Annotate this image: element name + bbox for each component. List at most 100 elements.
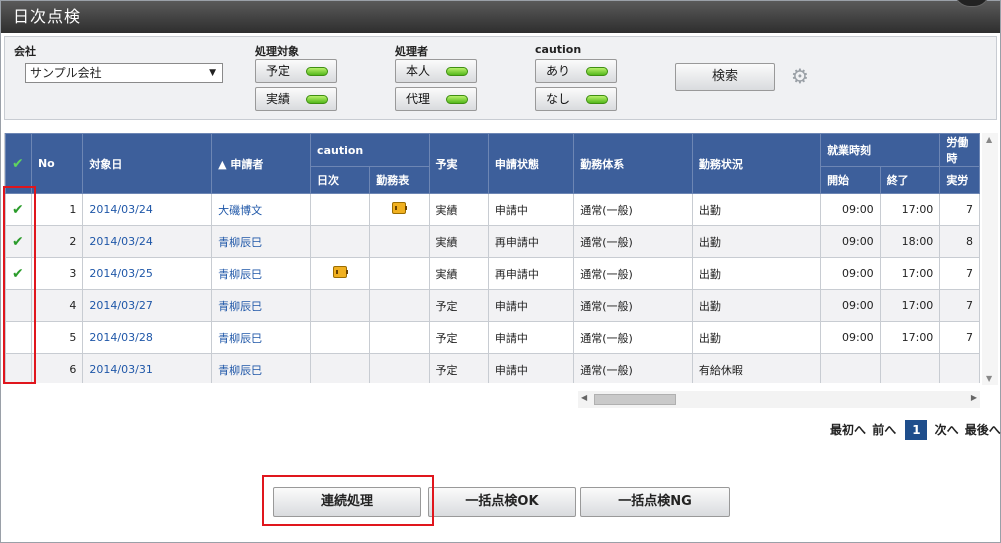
bulk-check-ng-button[interactable]: 一括点検NG (580, 487, 730, 517)
search-button[interactable]: 検索 (675, 63, 775, 91)
row-plan-actual: 実績 (428, 193, 489, 226)
scroll-left-icon[interactable]: ◀ (581, 393, 587, 402)
row-labor: 7 (939, 257, 980, 290)
row-work-system: 通常(一般) (573, 289, 693, 322)
row-status: 再申請中 (487, 257, 575, 290)
toggle-on-indicator (446, 95, 468, 104)
date-link[interactable]: 2014/03/31 (89, 363, 152, 376)
company-select[interactable]: サンプル会社 ▼ (25, 63, 223, 83)
row-applicant: 青柳辰巳 (211, 225, 312, 258)
row-status: 申請中 (487, 321, 575, 354)
row-date: 2014/03/31 (82, 353, 213, 383)
caution-calendar-icon[interactable] (392, 202, 408, 214)
target-actual-label: 実績 (266, 92, 291, 106)
processor-proxy-toggle[interactable]: 代理 (395, 87, 477, 111)
row-work-system: 通常(一般) (573, 353, 693, 383)
row-date: 2014/03/24 (82, 225, 213, 258)
header-labor: 労働時 (939, 133, 980, 167)
bulk-check-ok-button[interactable]: 一括点検OK (428, 487, 576, 517)
window-corner-decoration (954, 0, 990, 7)
toggle-on-indicator (306, 67, 328, 76)
row-labor (939, 353, 980, 383)
row-labor: 7 (939, 321, 980, 354)
row-work-system: 通常(一般) (573, 225, 693, 258)
header-plan-actual[interactable]: 予実 (428, 133, 489, 194)
page-title-bar: 日次点検 (1, 0, 1000, 33)
row-start: 09:00 (820, 193, 881, 226)
caution-calendar-icon[interactable] (333, 266, 349, 278)
row-no: 5 (30, 321, 84, 354)
pager-last[interactable]: 最後へ (965, 423, 1001, 437)
table-row[interactable]: 6 2014/03/31 青柳辰巳 予定 申請中 通常(一般) 有給休暇 (5, 353, 980, 383)
pager-next[interactable]: 次へ (935, 423, 959, 437)
header-caution-sheet[interactable]: 勤務表 (369, 166, 430, 194)
date-link[interactable]: 2014/03/25 (89, 267, 152, 280)
table-row[interactable]: ✔ 3 2014/03/25 青柳辰巳 実績 再申請中 通常(一般) 出勤 09… (5, 257, 980, 290)
header-work-system[interactable]: 勤務体系 (573, 133, 693, 194)
applicant-link[interactable]: 青柳辰巳 (218, 364, 262, 377)
header-caution-daily[interactable]: 日次 (310, 166, 371, 194)
row-date: 2014/03/25 (82, 257, 213, 290)
row-no: 2 (30, 225, 84, 258)
table-row[interactable]: 4 2014/03/27 青柳辰巳 予定 申請中 通常(一般) 出勤 09:00… (5, 289, 980, 322)
row-work-status: 有給休暇 (691, 353, 822, 383)
row-caution-sheet (369, 257, 430, 290)
row-applicant: 青柳辰巳 (211, 289, 312, 322)
caution-yes-toggle[interactable]: あり (535, 59, 617, 83)
applicant-link[interactable]: 青柳辰巳 (218, 268, 262, 281)
header-applicant[interactable]: ▲ 申請者 (211, 133, 312, 194)
results-table-container: ✔ No 対象日 ▲ 申請者 caution 予実 申請状態 勤務体系 勤務状況… (4, 133, 980, 383)
vertical-scrollbar[interactable]: ▲ ▼ (982, 133, 998, 385)
row-caution-daily (310, 289, 371, 322)
row-work-status: 出勤 (691, 225, 822, 258)
pager-current-page[interactable]: 1 (905, 420, 928, 440)
header-no[interactable]: No (30, 133, 84, 194)
toggle-on-indicator (306, 95, 328, 104)
table-row[interactable]: 5 2014/03/28 青柳辰巳 予定 申請中 通常(一般) 出勤 09:00… (5, 321, 980, 354)
pager-first[interactable]: 最初へ (830, 423, 866, 437)
date-link[interactable]: 2014/03/24 (89, 235, 152, 248)
target-plan-toggle[interactable]: 予定 (255, 59, 337, 83)
scrollbar-thumb[interactable] (594, 394, 676, 405)
applicant-link[interactable]: 大磯博文 (218, 204, 262, 217)
target-actual-toggle[interactable]: 実績 (255, 87, 337, 111)
horizontal-scrollbar[interactable]: ◀ ▶ (578, 391, 980, 408)
date-link[interactable]: 2014/03/28 (89, 331, 152, 344)
processor-self-toggle[interactable]: 本人 (395, 59, 477, 83)
header-start[interactable]: 開始 (820, 166, 881, 194)
applicant-link[interactable]: 青柳辰巳 (218, 236, 262, 249)
row-work-status: 出勤 (691, 321, 822, 354)
row-applicant: 青柳辰巳 (211, 353, 312, 383)
pager-prev[interactable]: 前へ (872, 423, 896, 437)
header-status[interactable]: 申請状態 (487, 133, 575, 194)
row-end: 17:00 (879, 257, 941, 290)
date-link[interactable]: 2014/03/27 (89, 299, 152, 312)
header-work-status[interactable]: 勤務状況 (691, 133, 822, 194)
row-caution-sheet (369, 353, 430, 383)
gear-icon[interactable]: ⚙ (789, 65, 811, 87)
table-row[interactable]: ✔ 2 2014/03/24 青柳辰巳 実績 再申請中 通常(一般) 出勤 09… (5, 225, 980, 258)
table-row[interactable]: ✔ 1 2014/03/24 大磯博文 実績 申請中 通常(一般) 出勤 09:… (5, 193, 980, 226)
scroll-up-icon[interactable]: ▲ (986, 135, 992, 144)
scroll-right-icon[interactable]: ▶ (971, 393, 977, 402)
row-end: 17:00 (879, 193, 941, 226)
row-start (820, 353, 881, 383)
header-labor-actual[interactable]: 実労 (939, 166, 980, 194)
header-end[interactable]: 終了 (879, 166, 941, 194)
row-plan-actual: 予定 (428, 353, 489, 383)
scroll-down-icon[interactable]: ▼ (986, 374, 992, 383)
applicant-link[interactable]: 青柳辰巳 (218, 332, 262, 345)
select-all-header[interactable]: ✔ (5, 133, 32, 194)
processor-self-label: 本人 (406, 64, 431, 78)
caution-no-toggle[interactable]: なし (535, 87, 617, 111)
applicant-link[interactable]: 青柳辰巳 (218, 300, 262, 313)
row-work-status: 出勤 (691, 257, 822, 290)
row-caution-sheet (369, 321, 430, 354)
date-link[interactable]: 2014/03/24 (89, 203, 152, 216)
company-label: 会社 (14, 45, 36, 58)
row-applicant: 青柳辰巳 (211, 257, 312, 290)
row-date: 2014/03/28 (82, 321, 213, 354)
header-date[interactable]: 対象日 (82, 133, 213, 194)
caution-yes-label: あり (546, 64, 571, 78)
row-plan-actual: 実績 (428, 225, 489, 258)
